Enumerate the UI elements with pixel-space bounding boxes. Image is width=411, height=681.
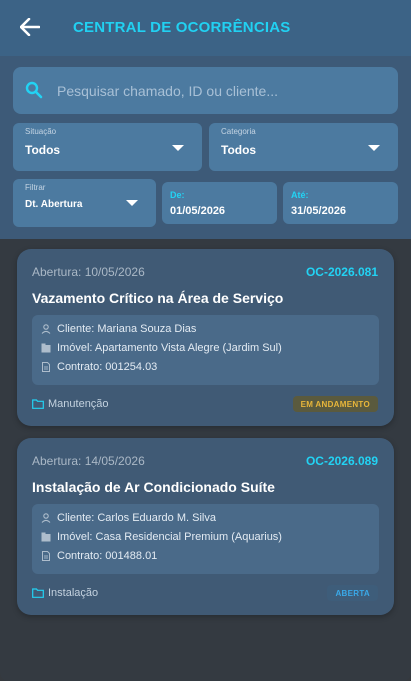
situacao-value: Todos — [25, 143, 61, 157]
ticket-code: OC-2026.081 — [305, 265, 378, 279]
chevron-down-icon — [172, 145, 184, 151]
property-row: Imóvel: Casa Residencial Premium (Aquari… — [41, 531, 282, 543]
filtrar-value: Dt. Abertura — [25, 199, 83, 210]
back-button[interactable] — [18, 15, 42, 39]
ticket-details: Cliente: Mariana Souza Dias Imóvel: Apar… — [32, 315, 379, 385]
opened-date: Abertura: 10/05/2026 — [32, 265, 145, 279]
client-row: Cliente: Mariana Souza Dias — [41, 323, 196, 335]
contract-number: Contrato: 001488.01 — [57, 550, 158, 562]
date-to-field[interactable]: Até: 31/05/2026 — [283, 182, 398, 224]
contract-number: Contrato: 001254.03 — [57, 361, 158, 373]
date-from-field[interactable]: De: 01/05/2026 — [162, 182, 277, 224]
app-frame: CENTRAL DE OCORRÊNCIAS Situação Todos Ca… — [0, 0, 411, 681]
document-icon — [42, 551, 50, 561]
category-label: Manutenção — [32, 398, 109, 410]
date-from-caption: De: — [170, 190, 185, 200]
property-name: Imóvel: Apartamento Vista Alegre (Jardim… — [57, 342, 282, 354]
filtrar-caption: Filtrar — [25, 183, 46, 192]
date-from-value: 01/05/2026 — [170, 205, 226, 217]
folder-icon — [32, 588, 44, 598]
filtrar-select[interactable]: Filtrar Dt. Abertura — [13, 179, 156, 227]
page-title: CENTRAL DE OCORRÊNCIAS — [73, 19, 291, 36]
client-row: Cliente: Carlos Eduardo M. Silva — [41, 512, 216, 524]
user-icon — [41, 513, 51, 523]
categoria-value: Todos — [221, 143, 257, 157]
categoria-caption: Categoria — [221, 127, 256, 136]
user-icon — [41, 324, 51, 334]
property-name: Imóvel: Casa Residencial Premium (Aquari… — [57, 531, 282, 543]
categoria-select[interactable]: Categoria Todos — [209, 123, 398, 171]
client-name: Cliente: Mariana Souza Dias — [57, 323, 197, 335]
search-input[interactable] — [57, 67, 387, 114]
ticket-title: Vazamento Crítico na Área de Serviço — [32, 290, 284, 306]
contract-row: Contrato: 001488.01 — [41, 550, 157, 562]
ticket-details: Cliente: Carlos Eduardo M. Silva Imóvel:… — [32, 504, 379, 574]
contract-row: Contrato: 001254.03 — [41, 361, 157, 373]
document-icon — [42, 362, 50, 372]
ticket-card[interactable]: Abertura: 14/05/2026 OC-2026.089 Instala… — [17, 438, 394, 615]
situacao-caption: Situação — [25, 127, 57, 136]
chevron-down-icon — [126, 200, 138, 206]
category-text: Manutenção — [48, 398, 109, 410]
chevron-down-icon — [368, 145, 380, 151]
category-text: Instalação — [48, 587, 99, 599]
arrow-left-icon — [20, 18, 40, 36]
folder-icon — [32, 399, 44, 409]
date-to-caption: Até: — [291, 190, 309, 200]
ticket-title: Instalação de Ar Condicionado Suíte — [32, 479, 275, 495]
date-to-value: 31/05/2026 — [291, 205, 347, 217]
status-badge: EM ANDAMENTO — [292, 396, 378, 412]
filter-panel: Situação Todos Categoria Todos Filtrar D… — [0, 56, 411, 239]
property-row: Imóvel: Apartamento Vista Alegre (Jardim… — [41, 342, 282, 354]
situacao-select[interactable]: Situação Todos — [13, 123, 202, 171]
client-name: Cliente: Carlos Eduardo M. Silva — [57, 512, 216, 524]
ticket-card[interactable]: Abertura: 10/05/2026 OC-2026.081 Vazamen… — [17, 249, 394, 426]
status-badge: ABERTA — [327, 585, 378, 601]
ticket-code: OC-2026.089 — [305, 454, 378, 468]
search-icon — [25, 81, 43, 99]
search-bar[interactable] — [13, 67, 398, 114]
app-header: CENTRAL DE OCORRÊNCIAS — [0, 0, 411, 56]
building-icon — [41, 343, 51, 353]
opened-date: Abertura: 14/05/2026 — [32, 454, 145, 468]
category-label: Instalação — [32, 587, 98, 599]
building-icon — [41, 532, 51, 542]
